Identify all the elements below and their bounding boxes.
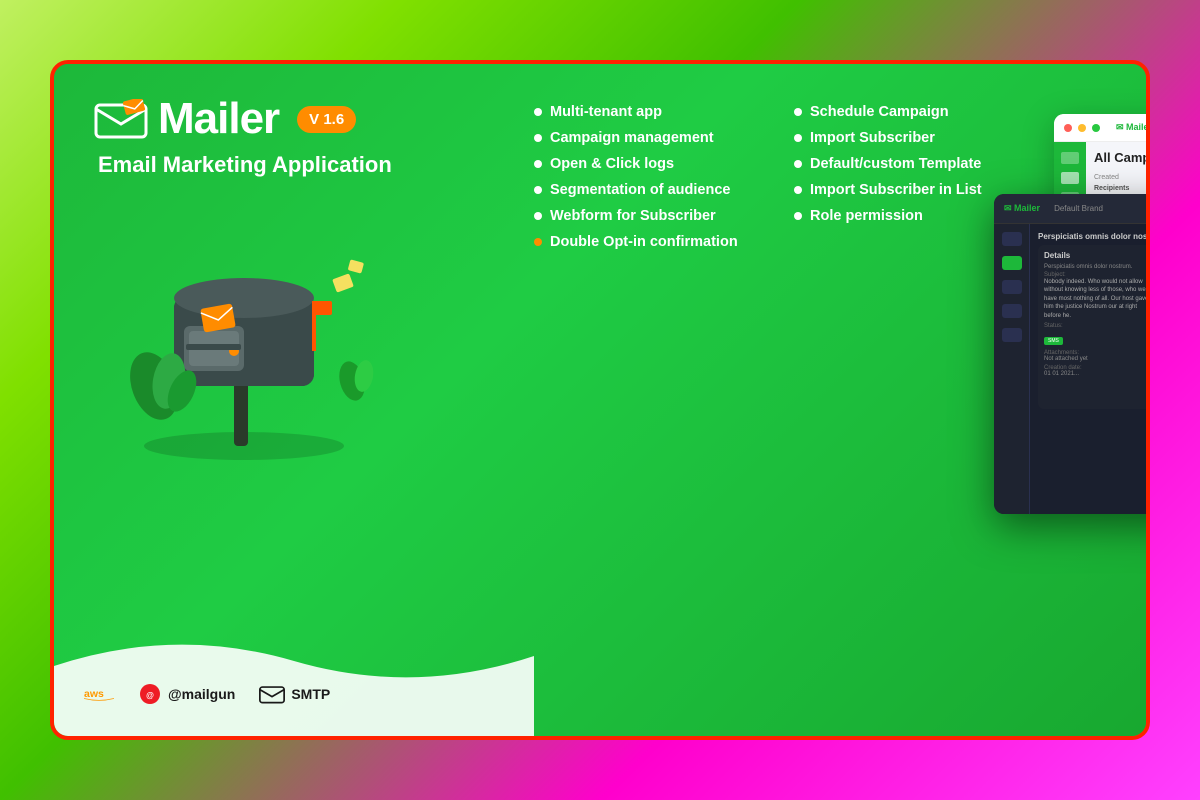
mailgun-label: @mailgun [168, 686, 235, 702]
sidebar-icon-2 [1061, 172, 1079, 184]
dark-sidebar-icon-5 [1002, 328, 1022, 342]
feature-dot-10 [794, 186, 802, 194]
aws-icon: aws [84, 684, 114, 704]
app-tagline: Email Marketing Application [98, 152, 514, 178]
feature-click-logs: Open & Click logs [534, 156, 754, 172]
detail-status: Status: SMS [1044, 323, 1146, 347]
window-maximize-dot [1092, 124, 1100, 132]
mailgun-integration: @ @mailgun [138, 682, 235, 706]
mailgun-icon: @ [138, 682, 162, 706]
feature-role: Role permission [794, 208, 1014, 224]
features-section: Multi-tenant app Campaign management Ope… [514, 94, 1014, 736]
feature-template: Default/custom Template [794, 156, 1014, 172]
feature-segmentation: Segmentation of audience [534, 182, 754, 198]
smtp-icon [259, 684, 285, 704]
feature-dot-6 [534, 238, 542, 246]
smtp-integration: SMTP [259, 684, 330, 704]
col-headers: Recipients Click rate Open rate [1094, 185, 1146, 192]
detail-attach: Attachments: Not attached yet [1044, 350, 1146, 362]
feature-dot-3 [534, 160, 542, 168]
svg-text:@: @ [146, 691, 154, 700]
feature-dot-9 [794, 160, 802, 168]
feature-campaign-mgmt: Campaign management [534, 130, 754, 146]
dark-sidebar-icon-2 [1002, 256, 1022, 270]
table-header: Created Status Time period Show archived… [1094, 173, 1146, 181]
svg-text:aws: aws [84, 688, 104, 700]
version-badge: V 1.6 [297, 106, 356, 133]
dark-sidebar-icon-3 [1002, 280, 1022, 294]
app-name: Mailer [158, 94, 279, 144]
dark-topbar: ✉ Mailer Default Brand John Doe JD [994, 194, 1146, 224]
feature-optin: Double Opt-in confirmation [534, 234, 754, 250]
dark-main: Perspiciatis omnis dolor nostrum. Detail… [1030, 224, 1146, 514]
campaigns-title: All Campaigns [1094, 150, 1146, 165]
feature-dot-4 [534, 186, 542, 194]
details-panel: Details Perspiciatis omnis dolor nostrum… [1038, 245, 1146, 409]
mailbox-illustration [94, 206, 414, 446]
feature-multi-tenant: Multi-tenant app [534, 104, 754, 120]
feature-import-list: Import Subscriber in List [794, 182, 1014, 198]
feature-schedule: Schedule Campaign [794, 104, 1014, 120]
content-header: All Campaigns Add C... [1094, 150, 1146, 165]
mailbox-svg [94, 206, 394, 466]
screenshots-area: ✉ Mailer Default Brand ▾ [1014, 94, 1146, 736]
integrations-bar: aws @ @mailgun SMTP [84, 682, 330, 706]
dark-body: Perspiciatis omnis dolor nostrum. Detail… [994, 224, 1146, 514]
feature-dot-1 [534, 108, 542, 116]
col-recipients: Recipients [1094, 185, 1146, 192]
feature-dot-5 [534, 212, 542, 220]
features-col-right: Schedule Campaign Import Subscriber Defa… [794, 104, 1014, 736]
left-section: Mailer V 1.6 Email Marketing Application [94, 94, 514, 736]
sb-logo: ✉ Mailer [1116, 122, 1146, 133]
detail-perspi: Perspiciatis omnis dolor nostrum. [1044, 264, 1146, 270]
window-minimize-dot [1078, 124, 1086, 132]
dark-brand: Default Brand [1054, 204, 1103, 213]
feature-dot-8 [794, 134, 802, 142]
smtp-label: SMTP [291, 686, 330, 702]
dark-sidebar-icon-1 [1002, 232, 1022, 246]
sidebar-icon-1 [1061, 152, 1079, 164]
feature-dot-7 [794, 108, 802, 116]
feature-dot-11 [794, 212, 802, 220]
feature-import-sub: Import Subscriber [794, 130, 1014, 146]
feature-dot-2 [534, 134, 542, 142]
logo-envelope-icon [94, 99, 148, 139]
topbar-light: ✉ Mailer Default Brand ▾ [1054, 114, 1146, 142]
logo-row: Mailer V 1.6 [94, 94, 514, 144]
dark-sidebar-icon-4 [1002, 304, 1022, 318]
details-label: Details [1044, 251, 1146, 260]
feature-webform: Webform for Subscriber [534, 208, 754, 224]
window-close-dot [1064, 124, 1072, 132]
dark-logo: ✉ Mailer [1004, 203, 1040, 214]
dark-sidebar [994, 224, 1030, 514]
detail-subject: Subject: Nobody indeed. Who would not al… [1044, 272, 1146, 320]
campaign-detail-title: Perspiciatis omnis dolor nostrum. [1038, 232, 1146, 241]
detail-creation: Creation date: 01 01 2021... [1044, 365, 1146, 377]
screenshot-campaign-detail: ✉ Mailer Default Brand John Doe JD [994, 194, 1146, 514]
main-banner: Mailer V 1.6 Email Marketing Application [50, 60, 1150, 740]
status-badge-sms: SMS [1044, 337, 1063, 345]
aws-integration: aws [84, 684, 114, 704]
features-col-left: Multi-tenant app Campaign management Ope… [534, 104, 754, 736]
th-created: Created [1094, 174, 1140, 181]
